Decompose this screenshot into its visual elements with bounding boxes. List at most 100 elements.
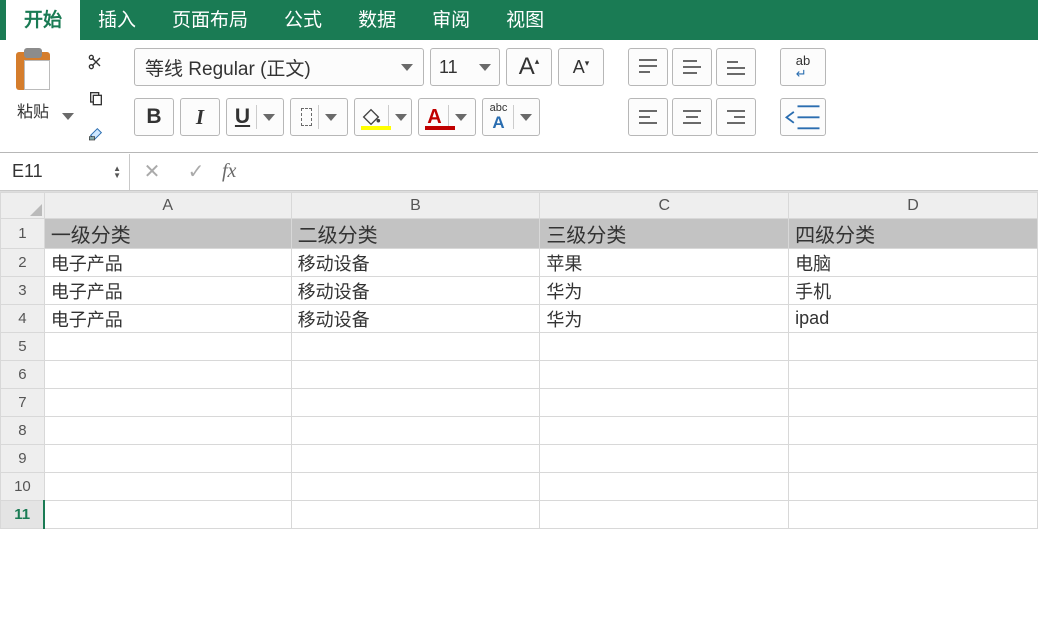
cell-B11[interactable] bbox=[291, 501, 540, 529]
name-box[interactable]: E11 ▲▼ bbox=[0, 154, 130, 190]
wrap-text-button[interactable]: ab↵ bbox=[780, 48, 826, 86]
cell-B8[interactable] bbox=[291, 417, 540, 445]
cell-D9[interactable] bbox=[789, 445, 1038, 473]
font-size-selector[interactable]: 11 bbox=[430, 48, 500, 86]
row-header-5[interactable]: 5 bbox=[1, 333, 45, 361]
cell-C1[interactable]: 三级分类 bbox=[540, 219, 789, 249]
cell-B9[interactable] bbox=[291, 445, 540, 473]
cell-A1[interactable]: 一级分类 bbox=[44, 219, 291, 249]
cell-D2[interactable]: 电脑 bbox=[789, 249, 1038, 277]
cell-D11[interactable] bbox=[789, 501, 1038, 529]
row-header-9[interactable]: 9 bbox=[1, 445, 45, 473]
accept-formula-button[interactable]: ✓ bbox=[174, 159, 218, 184]
cell-D1[interactable]: 四级分类 bbox=[789, 219, 1038, 249]
cell-B4[interactable]: 移动设备 bbox=[291, 305, 540, 333]
cell-A10[interactable] bbox=[44, 473, 291, 501]
cell-D4[interactable]: ipad bbox=[789, 305, 1038, 333]
ribbon-tab-6[interactable]: 视图 bbox=[488, 0, 562, 40]
cell-D3[interactable]: 手机 bbox=[789, 277, 1038, 305]
ribbon-tab-4[interactable]: 数据 bbox=[340, 0, 414, 40]
cell-B6[interactable] bbox=[291, 361, 540, 389]
cell-A8[interactable] bbox=[44, 417, 291, 445]
fill-color-button[interactable] bbox=[354, 98, 412, 136]
cell-C4[interactable]: 华为 bbox=[540, 305, 789, 333]
row-header-7[interactable]: 7 bbox=[1, 389, 45, 417]
cell-B10[interactable] bbox=[291, 473, 540, 501]
cell-C7[interactable] bbox=[540, 389, 789, 417]
decrease-indent-button[interactable] bbox=[780, 98, 826, 136]
cell-B5[interactable] bbox=[291, 333, 540, 361]
cell-C8[interactable] bbox=[540, 417, 789, 445]
underline-button[interactable]: U bbox=[226, 98, 284, 136]
col-header-D[interactable]: D bbox=[789, 193, 1038, 219]
cell-A2[interactable]: 电子产品 bbox=[44, 249, 291, 277]
row-header-1[interactable]: 1 bbox=[1, 219, 45, 249]
cell-C5[interactable] bbox=[540, 333, 789, 361]
align-center-button[interactable] bbox=[672, 98, 712, 136]
cell-A3[interactable]: 电子产品 bbox=[44, 277, 291, 305]
cell-C10[interactable] bbox=[540, 473, 789, 501]
paste-icon[interactable] bbox=[10, 48, 56, 92]
ribbon-tab-1[interactable]: 插入 bbox=[80, 0, 154, 40]
bold-button[interactable]: B bbox=[134, 98, 174, 136]
ribbon-tab-3[interactable]: 公式 bbox=[266, 0, 340, 40]
paste-dropdown[interactable] bbox=[56, 48, 76, 148]
row-header-6[interactable]: 6 bbox=[1, 361, 45, 389]
align-bottom-button[interactable] bbox=[716, 48, 756, 86]
row-header-3[interactable]: 3 bbox=[1, 277, 45, 305]
cut-button[interactable] bbox=[82, 48, 110, 76]
grow-font-button[interactable]: A▴ bbox=[506, 48, 552, 86]
cell-A5[interactable] bbox=[44, 333, 291, 361]
cell-C11[interactable] bbox=[540, 501, 789, 529]
row-header-4[interactable]: 4 bbox=[1, 305, 45, 333]
cancel-formula-button[interactable]: ✕ bbox=[130, 159, 174, 184]
cell-A6[interactable] bbox=[44, 361, 291, 389]
cell-A11[interactable] bbox=[44, 501, 291, 529]
copy-button[interactable] bbox=[82, 84, 110, 112]
cell-B7[interactable] bbox=[291, 389, 540, 417]
cell-A4[interactable]: 电子产品 bbox=[44, 305, 291, 333]
name-box-spinner[interactable]: ▲▼ bbox=[113, 165, 121, 179]
align-left-button[interactable] bbox=[628, 98, 668, 136]
italic-button[interactable]: I bbox=[180, 98, 220, 136]
name-box-value: E11 bbox=[12, 161, 43, 182]
cell-D6[interactable] bbox=[789, 361, 1038, 389]
cell-C3[interactable]: 华为 bbox=[540, 277, 789, 305]
cell-D8[interactable] bbox=[789, 417, 1038, 445]
formula-input[interactable] bbox=[246, 155, 1038, 189]
cell-B1[interactable]: 二级分类 bbox=[291, 219, 540, 249]
ribbon-tab-5[interactable]: 审阅 bbox=[414, 0, 488, 40]
col-header-C[interactable]: C bbox=[540, 193, 789, 219]
shrink-font-button[interactable]: A▾ bbox=[558, 48, 604, 86]
char-style-button[interactable]: abcA bbox=[482, 98, 540, 136]
spreadsheet-grid[interactable]: ABCD1一级分类二级分类三级分类四级分类2电子产品移动设备苹果电脑3电子产品移… bbox=[0, 191, 1038, 529]
row-header-10[interactable]: 10 bbox=[1, 473, 45, 501]
cell-C6[interactable] bbox=[540, 361, 789, 389]
row-header-8[interactable]: 8 bbox=[1, 417, 45, 445]
format-painter-button[interactable] bbox=[82, 120, 110, 148]
align-top-button[interactable] bbox=[628, 48, 668, 86]
align-right-button[interactable] bbox=[716, 98, 756, 136]
paste-label[interactable]: 粘贴 bbox=[17, 98, 49, 122]
select-all-corner[interactable] bbox=[1, 193, 45, 219]
border-button[interactable] bbox=[290, 98, 348, 136]
fx-label[interactable]: fx bbox=[222, 160, 236, 183]
row-header-11[interactable]: 11 bbox=[1, 501, 45, 529]
cell-D10[interactable] bbox=[789, 473, 1038, 501]
cell-D5[interactable] bbox=[789, 333, 1038, 361]
cell-A9[interactable] bbox=[44, 445, 291, 473]
cell-A7[interactable] bbox=[44, 389, 291, 417]
font-name-selector[interactable]: 等线 Regular (正文) bbox=[134, 48, 424, 86]
cell-C2[interactable]: 苹果 bbox=[540, 249, 789, 277]
cell-B3[interactable]: 移动设备 bbox=[291, 277, 540, 305]
cell-C9[interactable] bbox=[540, 445, 789, 473]
font-color-button[interactable]: A bbox=[418, 98, 476, 136]
col-header-A[interactable]: A bbox=[44, 193, 291, 219]
cell-B2[interactable]: 移动设备 bbox=[291, 249, 540, 277]
row-header-2[interactable]: 2 bbox=[1, 249, 45, 277]
cell-D7[interactable] bbox=[789, 389, 1038, 417]
ribbon-tab-2[interactable]: 页面布局 bbox=[154, 0, 266, 40]
ribbon-tab-0[interactable]: 开始 bbox=[6, 0, 80, 40]
col-header-B[interactable]: B bbox=[291, 193, 540, 219]
align-middle-button[interactable] bbox=[672, 48, 712, 86]
